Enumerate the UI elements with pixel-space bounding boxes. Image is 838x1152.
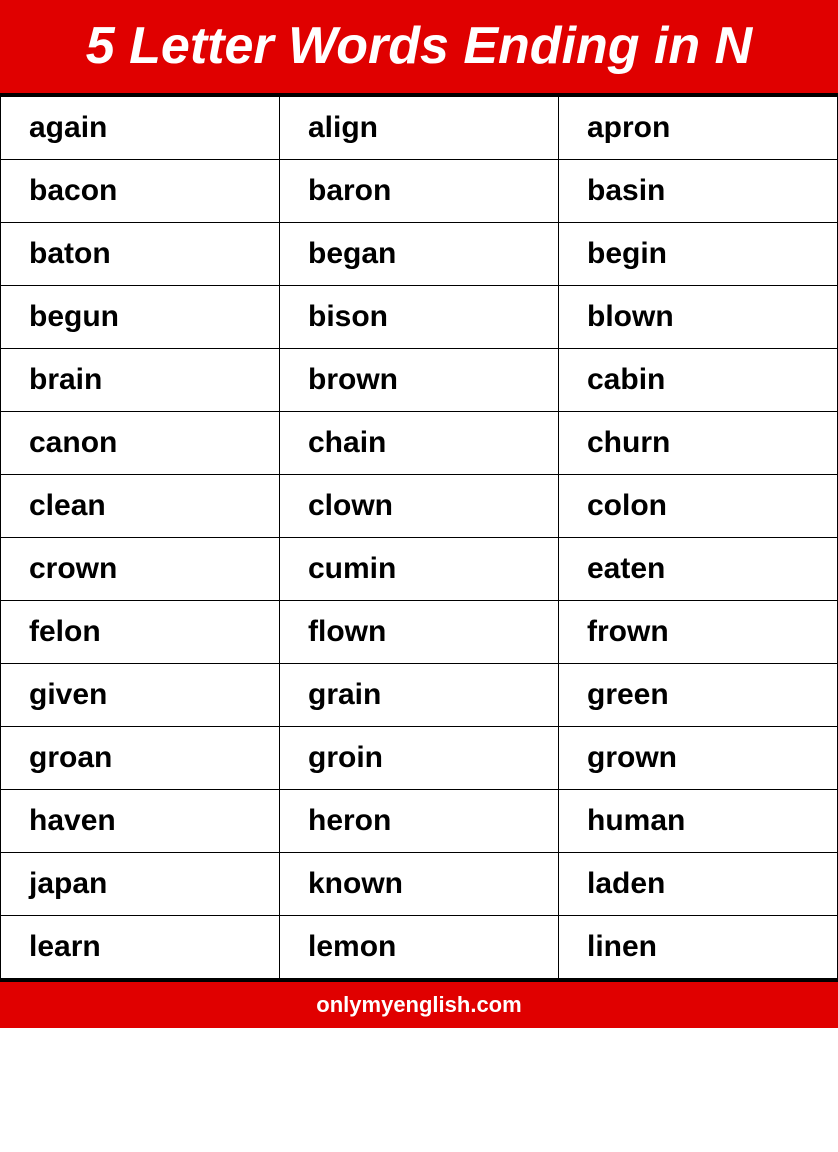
word-cell: lemon: [280, 916, 559, 979]
word-cell: began: [280, 223, 559, 286]
word-cell: japan: [1, 853, 280, 916]
word-table: againalignapronbaconbaronbasinbatonbegan…: [0, 96, 838, 979]
table-row: cleanclowncolon: [1, 475, 838, 538]
table-row: groangroingrown: [1, 727, 838, 790]
footer-text: onlymyenglish.com: [316, 992, 521, 1017]
word-cell: clown: [280, 475, 559, 538]
table-row: baconbaronbasin: [1, 160, 838, 223]
word-cell: human: [559, 790, 838, 853]
word-cell: again: [1, 97, 280, 160]
table-row: begunbisonblown: [1, 286, 838, 349]
word-cell: felon: [1, 601, 280, 664]
table-row: japanknownladen: [1, 853, 838, 916]
word-cell: flown: [280, 601, 559, 664]
table-row: canonchainchurn: [1, 412, 838, 475]
word-cell: grown: [559, 727, 838, 790]
word-cell: begin: [559, 223, 838, 286]
word-cell: groin: [280, 727, 559, 790]
word-cell: brain: [1, 349, 280, 412]
word-cell: cumin: [280, 538, 559, 601]
page-title: 5 Letter Words Ending in N: [20, 18, 818, 75]
word-cell: laden: [559, 853, 838, 916]
word-cell: cabin: [559, 349, 838, 412]
page-header: 5 Letter Words Ending in N: [0, 0, 838, 93]
table-row: brainbrowncabin: [1, 349, 838, 412]
word-cell: blown: [559, 286, 838, 349]
word-cell: baton: [1, 223, 280, 286]
word-cell: canon: [1, 412, 280, 475]
table-row: againalignapron: [1, 97, 838, 160]
word-cell: churn: [559, 412, 838, 475]
word-cell: haven: [1, 790, 280, 853]
word-cell: chain: [280, 412, 559, 475]
word-cell: heron: [280, 790, 559, 853]
word-cell: crown: [1, 538, 280, 601]
word-cell: eaten: [559, 538, 838, 601]
table-row: batonbeganbegin: [1, 223, 838, 286]
table-row: felonflownfrown: [1, 601, 838, 664]
page-footer: onlymyenglish.com: [0, 982, 838, 1028]
word-cell: bacon: [1, 160, 280, 223]
word-cell: green: [559, 664, 838, 727]
word-cell: colon: [559, 475, 838, 538]
word-cell: learn: [1, 916, 280, 979]
word-cell: given: [1, 664, 280, 727]
word-cell: linen: [559, 916, 838, 979]
word-cell: grain: [280, 664, 559, 727]
word-table-container: againalignapronbaconbaronbasinbatonbegan…: [0, 93, 838, 982]
word-cell: align: [280, 97, 559, 160]
word-cell: clean: [1, 475, 280, 538]
word-cell: groan: [1, 727, 280, 790]
word-cell: brown: [280, 349, 559, 412]
word-cell: frown: [559, 601, 838, 664]
table-row: learnlemonlinen: [1, 916, 838, 979]
word-cell: bison: [280, 286, 559, 349]
table-row: crowncumineaten: [1, 538, 838, 601]
word-cell: begun: [1, 286, 280, 349]
table-row: havenheronhuman: [1, 790, 838, 853]
word-cell: baron: [280, 160, 559, 223]
word-cell: known: [280, 853, 559, 916]
word-cell: apron: [559, 97, 838, 160]
table-row: givengraingreen: [1, 664, 838, 727]
word-cell: basin: [559, 160, 838, 223]
